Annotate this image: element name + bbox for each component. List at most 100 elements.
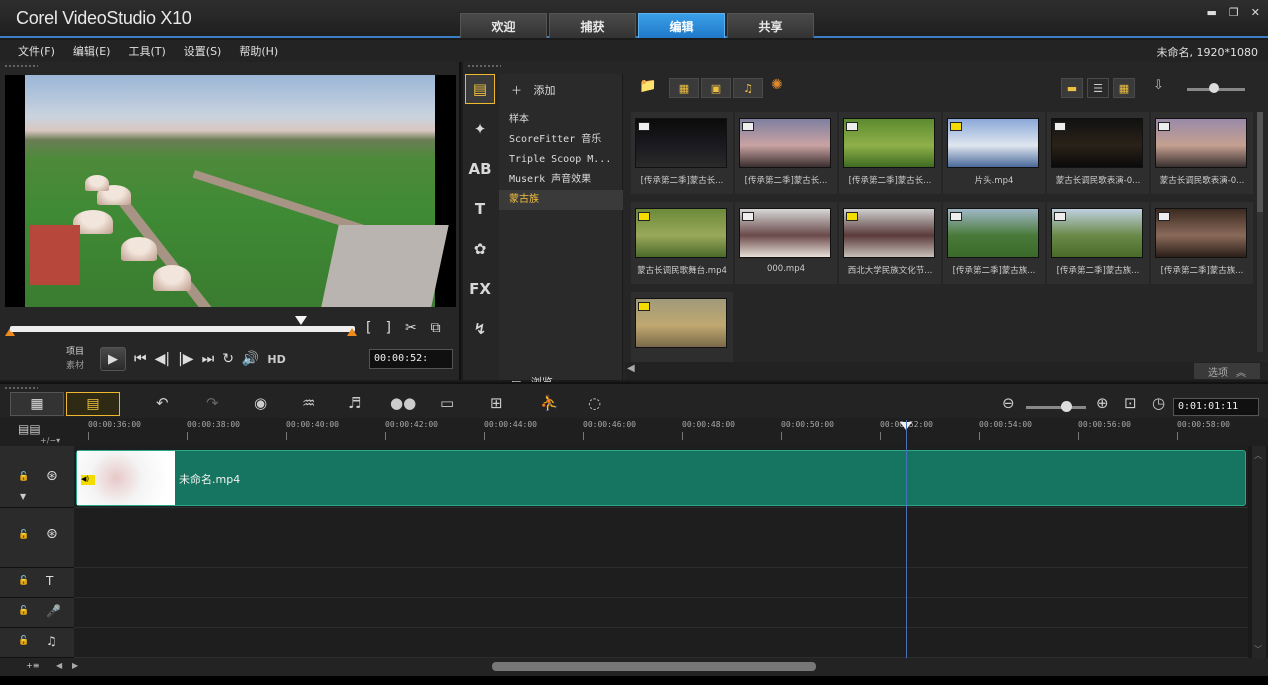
folder-item-triple-scoop[interactable]: Triple Scoop M... [499,150,623,170]
timeline-view-button[interactable]: ▤ [66,392,120,416]
lock-icon[interactable]: 🔓 [18,472,29,482]
multi-camera-icon[interactable]: ⊞ [490,394,503,412]
title-icon[interactable]: T [465,194,495,224]
media-thumbnail[interactable]: [传承第二季]蒙古长... [735,112,837,194]
media-thumbnail[interactable]: [传承第二季]蒙古族... [1047,202,1149,284]
folder-item-mongolian[interactable]: 蒙古族 [499,190,623,210]
instant-project-icon[interactable]: ✦ [465,114,495,144]
media-thumbnail[interactable]: 000.mp4 [735,202,837,284]
panel-grip[interactable] [4,64,38,68]
ruler-strip[interactable]: 00:00:36:00 00:00:38:00 00:00:40:00 00:00:4… [74,420,1248,440]
scroll-up-icon[interactable]: ︿ [1254,450,1262,461]
horizontal-scrollbar-thumb[interactable] [492,662,816,671]
trim-end-marker[interactable] [347,328,357,336]
menu-help[interactable]: 帮助(H) [239,43,278,59]
sort-icon[interactable]: ⇩ [1153,78,1164,93]
library-scrollbar-thumb[interactable] [1257,112,1263,212]
storyboard-view-button[interactable]: ▦ [10,392,64,416]
add-track-icon[interactable]: +/−▾ [40,436,60,445]
media-thumbnail[interactable]: 蒙古长调民歌舞台.mp4 [631,202,733,284]
panel-grip[interactable] [467,64,501,68]
track-manager-icon[interactable]: ▤▤ [18,422,41,436]
show-audio-button[interactable]: ♫ [733,78,763,98]
lock-icon[interactable]: 🔓 [18,576,29,586]
mode-clip[interactable]: 素材 [66,359,84,373]
player-timecode[interactable]: 00:00:52: [369,349,453,369]
video-clip[interactable]: ◀) 未命名.mp4 [76,450,1246,506]
volume-icon[interactable]: 🔊 [242,351,259,367]
next-frame-icon[interactable]: |▶ [178,351,193,367]
view-thumbnails-button[interactable]: ▬ [1061,78,1083,98]
end-icon[interactable]: ⏭ [202,351,215,367]
tab-welcome[interactable]: 欢迎 [460,13,547,38]
auto-music-icon[interactable]: ♬ [348,394,361,412]
scroll-right-icon[interactable]: ▶ [72,661,78,670]
mark-out-icon[interactable]: ] [385,320,390,336]
scrubber-handle[interactable] [295,316,307,325]
redo-icon[interactable]: ↷ [206,394,219,412]
lock-icon[interactable]: 🔓 [18,606,29,616]
thumbnail-size-knob[interactable] [1209,83,1219,93]
mask-creator-icon[interactable]: ◌ [588,394,601,412]
media-category-icon[interactable]: ▤ [465,74,495,104]
graphic-icon[interactable]: ✿ [465,234,495,264]
folder-item-scorefitter[interactable]: ScoreFitter 音乐 [499,130,623,150]
title-track-body[interactable] [74,568,1248,598]
fit-project-icon[interactable]: ⊡ [1124,394,1137,412]
motion-tracking-icon[interactable]: ●● [390,394,416,412]
voice-track-body[interactable] [74,598,1248,628]
view-grid-button[interactable]: ▦ [1113,78,1135,98]
enlarge-preview-icon[interactable]: ⧉ [431,320,441,336]
media-thumbnail[interactable]: 蒙古长调民歌表演-0... [1151,112,1253,194]
undo-icon[interactable]: ↶ [156,394,169,412]
minimize-icon[interactable]: ▬ [1207,6,1217,19]
playhead[interactable] [906,420,907,658]
menu-edit[interactable]: 编辑(E) [73,43,111,59]
menu-tools[interactable]: 工具(T) [128,43,165,59]
timeline-scrollbar[interactable]: ︿ ﹀ [1252,446,1266,658]
zoom-out-icon[interactable]: ⊖ [1002,394,1015,412]
add-folder-button[interactable]: ＋ 添加 [511,82,556,98]
path-icon[interactable]: ↯ [465,314,495,344]
scroll-down-icon[interactable]: ﹀ [1254,644,1262,655]
sound-mixer-icon[interactable]: ♒ [302,394,315,412]
show-photos-button[interactable]: ▣ [701,78,731,98]
close-icon[interactable]: ✕ [1251,6,1260,19]
lock-icon[interactable]: 🔓 [18,636,29,646]
menu-settings[interactable]: 设置(S) [184,43,222,59]
scrubber-bar[interactable] [10,326,355,332]
overlay-track-body[interactable] [74,508,1248,568]
record-capture-icon[interactable]: ◉ [254,394,267,412]
import-icon[interactable]: ✺ [771,77,783,93]
hd-preview-button[interactable]: HD [267,353,285,366]
media-thumbnail[interactable]: [传承第二季]蒙古族... [943,202,1045,284]
timeline-duration[interactable]: 0:01:01:11 [1173,398,1259,416]
tab-edit[interactable]: 编辑 [638,13,725,38]
music-track-body[interactable] [74,628,1248,658]
scroll-left-icon[interactable]: ◀ [56,661,62,670]
play-button[interactable]: ▶ [100,347,126,371]
project-fit-icon[interactable]: +≡ [26,661,39,670]
collapse-left-icon[interactable]: ◀ [627,363,635,374]
mark-in-icon[interactable]: [ [366,320,371,336]
folder-item-muserk[interactable]: Muserk 声音效果 [499,170,623,190]
time-remapping-icon[interactable]: ⛹ [540,394,559,412]
media-thumbnail[interactable]: 西北大学民族文化节... [839,202,941,284]
lock-icon[interactable]: 🔓 [18,530,29,540]
split-clip-icon[interactable]: ✂ [405,320,417,336]
folder-item-samples[interactable]: 样本 [499,110,623,130]
previous-frame-icon[interactable]: ◀| [155,351,170,367]
restore-icon[interactable]: ❐ [1229,6,1239,19]
tab-share[interactable]: 共享 [727,13,814,38]
menu-file[interactable]: 文件(F) [18,43,55,59]
mode-project[interactable]: 项目 [66,345,84,359]
show-videos-button[interactable]: ▦ [669,78,699,98]
media-thumbnail[interactable]: [传承第二季]蒙古长... [839,112,941,194]
media-thumbnail[interactable]: 蒙古长调民歌表演-0... [1047,112,1149,194]
options-button[interactable]: 选项 ︽ [1194,363,1260,379]
filter-icon[interactable]: FX [465,274,495,304]
media-thumbnail[interactable]: 片头.mp4 [943,112,1045,194]
panel-grip[interactable] [4,386,38,390]
media-thumbnail[interactable]: [传承第二季]蒙古长... [631,112,733,194]
subtitle-editor-icon[interactable]: ▭ [440,394,454,412]
